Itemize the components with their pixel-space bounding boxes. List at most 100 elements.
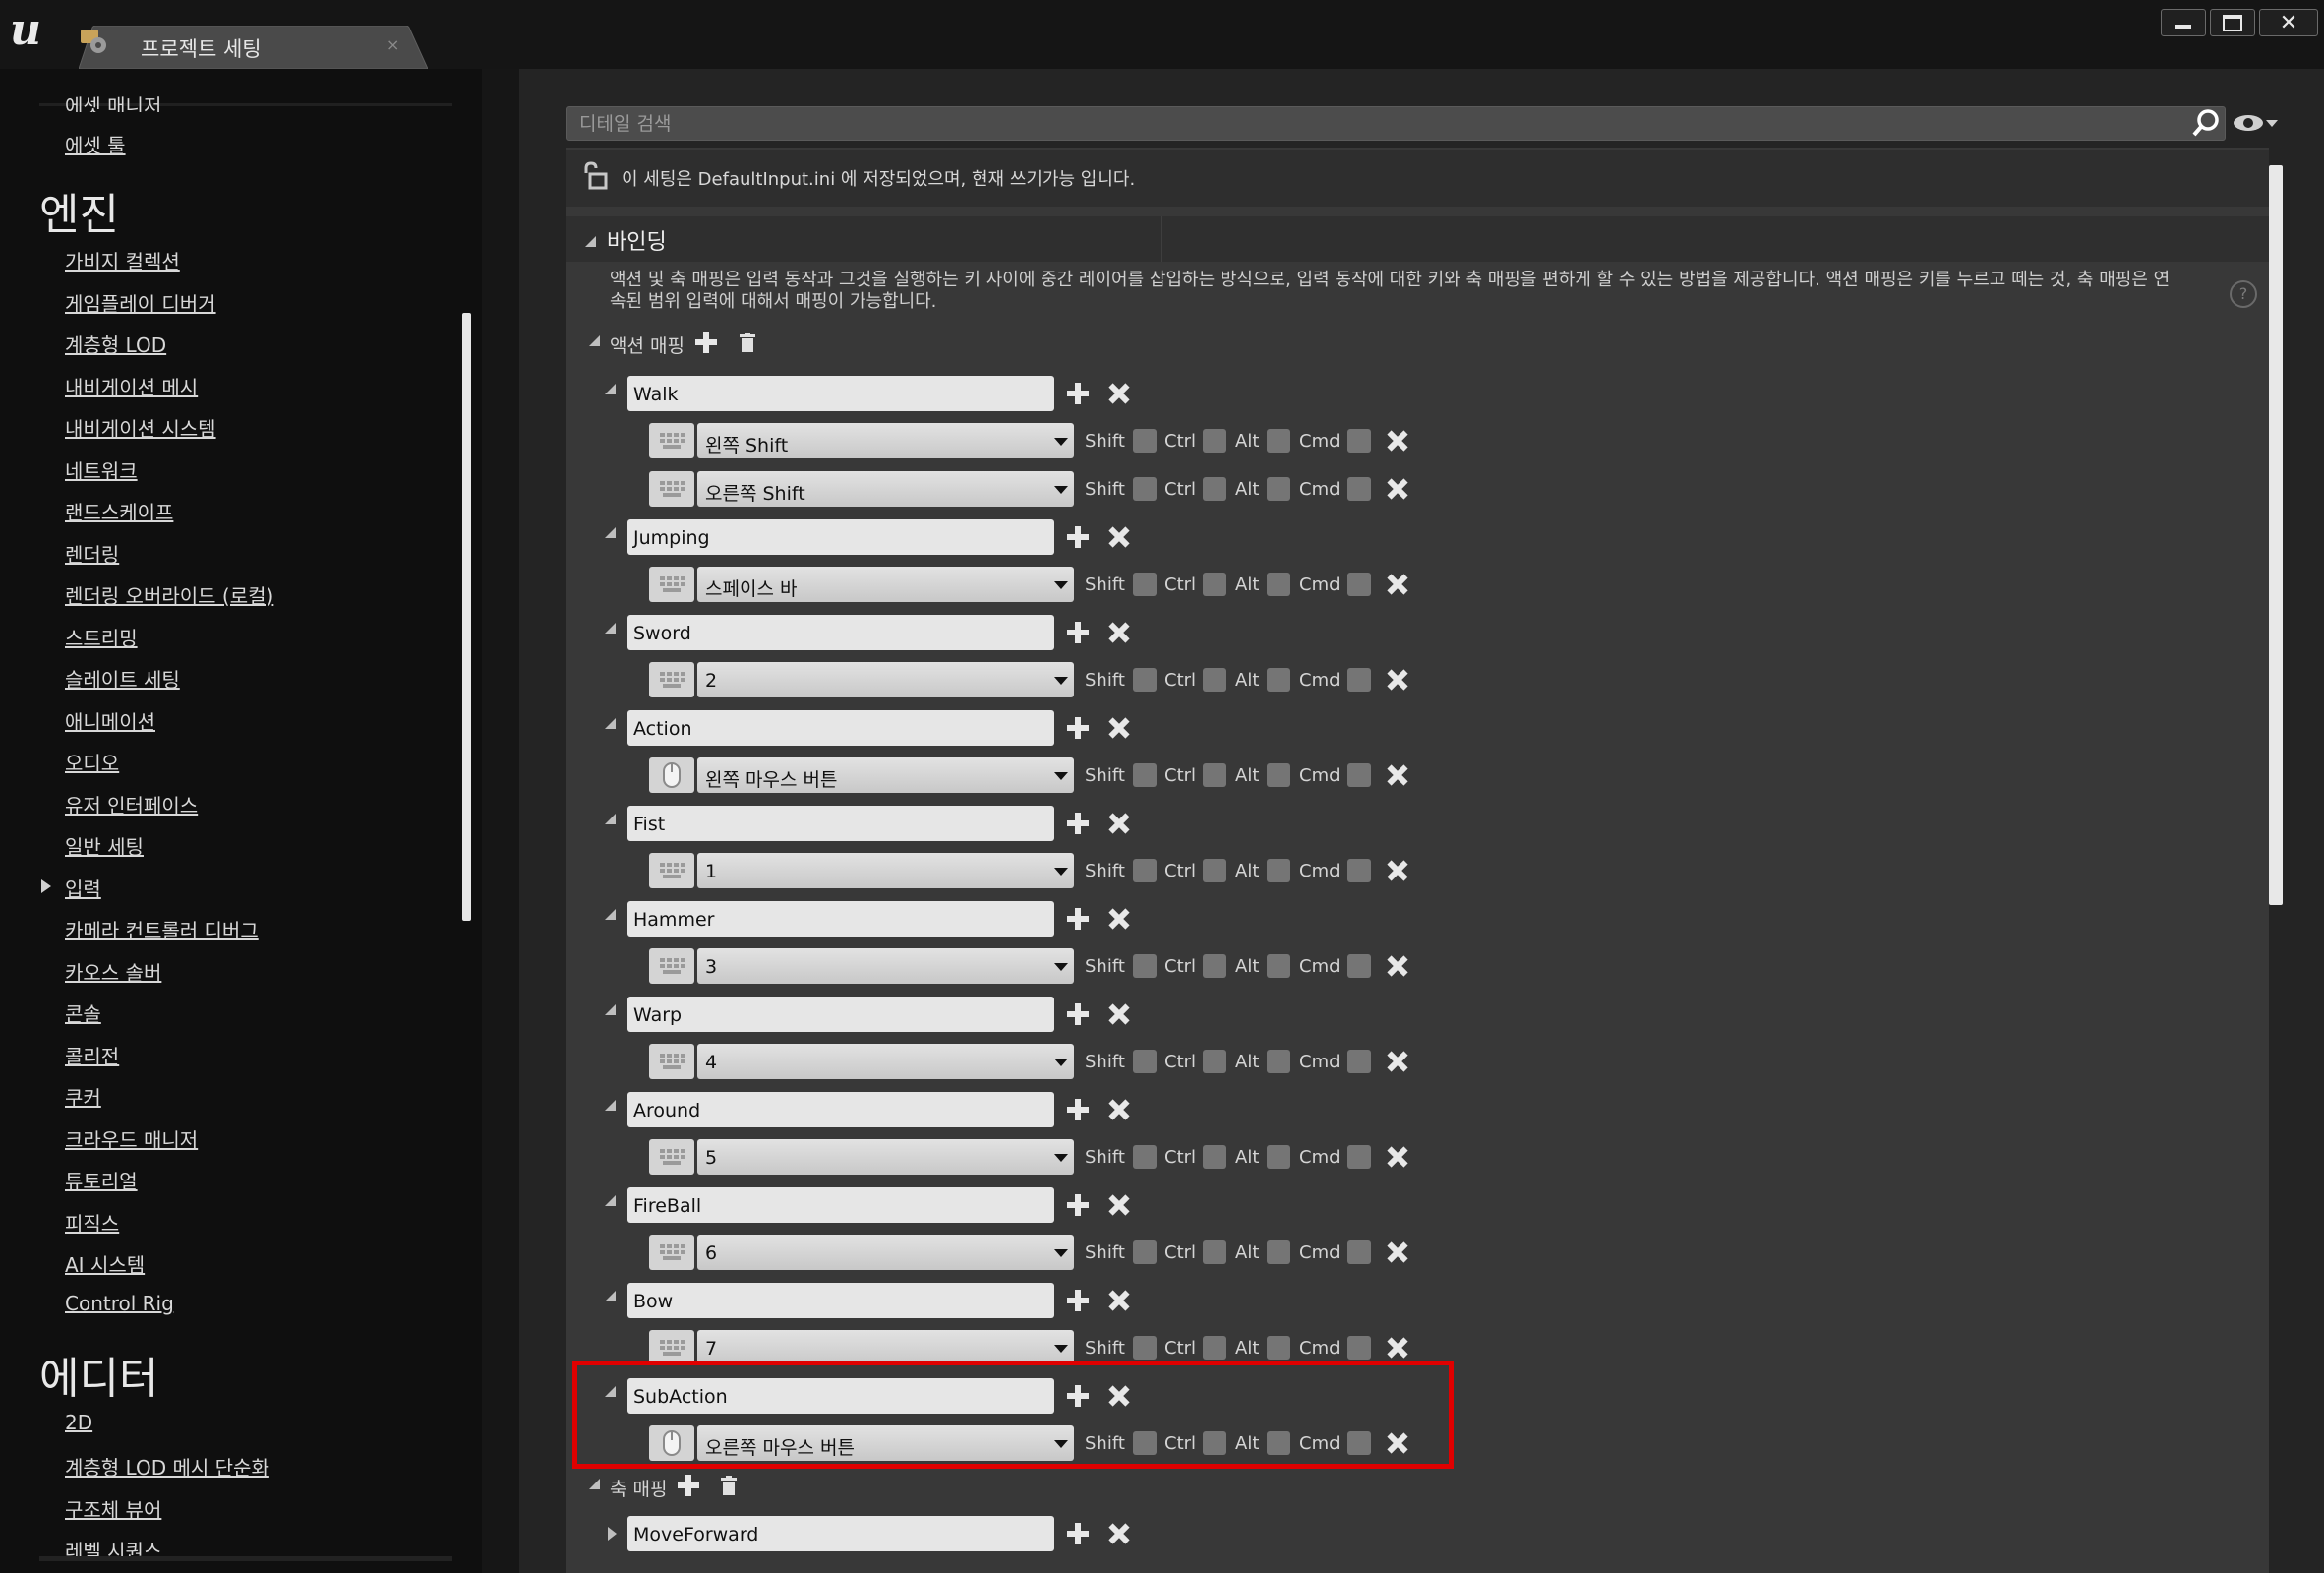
mouse-key-selector-button[interactable] bbox=[649, 757, 694, 793]
action-collapse-icon[interactable] bbox=[605, 623, 616, 634]
modifier-checkbox-shift[interactable] bbox=[1133, 1145, 1157, 1169]
modifier-checkbox-shift[interactable] bbox=[1133, 668, 1157, 692]
sidebar-item-rendering-override[interactable]: 렌더링 오버라이드 (로컬) bbox=[65, 580, 273, 609]
remove-key-icon[interactable] bbox=[1388, 1052, 1407, 1071]
modifier-checkbox-shift[interactable] bbox=[1133, 954, 1157, 978]
add-key-icon[interactable] bbox=[1067, 908, 1089, 930]
modifier-checkbox-shift[interactable] bbox=[1133, 477, 1157, 501]
modifier-checkbox-alt[interactable] bbox=[1267, 1240, 1290, 1264]
modifier-checkbox-cmd[interactable] bbox=[1347, 668, 1371, 692]
sidebar-item-asset-tools[interactable]: 에셋 툴 bbox=[65, 130, 126, 158]
sidebar-item-2d[interactable]: 2D bbox=[65, 1411, 92, 1434]
axis-expand-arrow-icon[interactable] bbox=[608, 1527, 617, 1541]
remove-axis-icon[interactable] bbox=[1109, 1524, 1129, 1543]
remove-action-icon[interactable] bbox=[1109, 527, 1129, 547]
delete-all-axes-icon[interactable] bbox=[721, 1476, 737, 1495]
sidebar-item-asset-manager[interactable]: 에셋 매니저 bbox=[65, 91, 161, 112]
search-box[interactable] bbox=[566, 106, 2226, 141]
sidebar-item-streaming[interactable]: 스트리밍 bbox=[65, 623, 138, 651]
remove-action-icon[interactable] bbox=[1109, 1195, 1129, 1215]
sidebar-item-user-interface[interactable]: 유저 인터페이스 bbox=[65, 790, 198, 818]
visibility-eye-icon[interactable] bbox=[2233, 110, 2280, 136]
key-dropdown[interactable]: 1 bbox=[697, 853, 1074, 888]
modifier-checkbox-alt[interactable] bbox=[1267, 763, 1290, 787]
modifier-checkbox-ctrl[interactable] bbox=[1203, 429, 1226, 453]
remove-key-icon[interactable] bbox=[1388, 861, 1407, 880]
sidebar-item-ai-system[interactable]: AI 시스템 bbox=[65, 1249, 145, 1278]
add-key-icon[interactable] bbox=[1067, 526, 1089, 548]
sidebar-item-navigation-mesh[interactable]: 내비게이션 메시 bbox=[65, 372, 198, 400]
modifier-checkbox-ctrl[interactable] bbox=[1203, 1240, 1226, 1264]
sidebar-item-struct-viewer[interactable]: 구조체 뷰어 bbox=[65, 1494, 161, 1523]
action-name-field[interactable]: Fist bbox=[627, 806, 1054, 841]
keyboard-key-selector-button[interactable] bbox=[649, 948, 694, 984]
add-key-icon[interactable] bbox=[1067, 1003, 1089, 1025]
modifier-checkbox-ctrl[interactable] bbox=[1203, 573, 1226, 596]
sidebar-item-camera-controller-debug[interactable]: 카메라 컨트롤러 디버그 bbox=[65, 915, 259, 943]
panel-splitter[interactable] bbox=[482, 69, 519, 1573]
action-collapse-icon[interactable] bbox=[605, 814, 616, 824]
keyboard-key-selector-button[interactable] bbox=[649, 471, 694, 507]
delete-all-actions-icon[interactable] bbox=[740, 333, 755, 352]
key-dropdown[interactable]: 4 bbox=[697, 1044, 1074, 1079]
keyboard-key-selector-button[interactable] bbox=[649, 662, 694, 697]
remove-action-icon[interactable] bbox=[1109, 1004, 1129, 1024]
add-key-icon[interactable] bbox=[1067, 717, 1089, 739]
action-collapse-icon[interactable] bbox=[605, 1004, 616, 1015]
key-dropdown[interactable]: 오른쪽 Shift bbox=[697, 471, 1074, 507]
modifier-checkbox-ctrl[interactable] bbox=[1203, 1336, 1226, 1360]
action-collapse-icon[interactable] bbox=[605, 718, 616, 729]
action-collapse-icon[interactable] bbox=[605, 384, 616, 394]
sidebar-item-audio[interactable]: 오디오 bbox=[65, 748, 119, 776]
search-input[interactable] bbox=[577, 109, 2155, 139]
modifier-checkbox-alt[interactable] bbox=[1267, 954, 1290, 978]
action-collapse-icon[interactable] bbox=[605, 527, 616, 538]
remove-key-icon[interactable] bbox=[1388, 575, 1407, 594]
sidebar-item-control-rig[interactable]: Control Rig bbox=[65, 1292, 174, 1315]
key-dropdown[interactable]: 스페이스 바 bbox=[697, 567, 1074, 602]
modifier-checkbox-shift[interactable] bbox=[1133, 573, 1157, 596]
modifier-checkbox-alt[interactable] bbox=[1267, 859, 1290, 882]
keyboard-key-selector-button[interactable] bbox=[649, 853, 694, 888]
action-name-field[interactable]: Warp bbox=[627, 997, 1054, 1032]
axis-mappings-collapse-icon[interactable] bbox=[589, 1479, 600, 1489]
add-key-icon[interactable] bbox=[1067, 622, 1089, 643]
modifier-checkbox-cmd[interactable] bbox=[1347, 1145, 1371, 1169]
remove-key-icon[interactable] bbox=[1388, 1338, 1407, 1358]
sidebar-item-landscape[interactable]: 랜드스케이프 bbox=[65, 497, 173, 525]
details-scrollbar[interactable] bbox=[2269, 165, 2283, 905]
modifier-checkbox-cmd[interactable] bbox=[1347, 477, 1371, 501]
remove-action-icon[interactable] bbox=[1109, 384, 1129, 403]
modifier-checkbox-shift[interactable] bbox=[1133, 763, 1157, 787]
remove-key-icon[interactable] bbox=[1388, 670, 1407, 690]
remove-key-icon[interactable] bbox=[1388, 1147, 1407, 1167]
sidebar-item-chaos-solver[interactable]: 카오스 솔버 bbox=[65, 957, 161, 986]
modifier-checkbox-alt[interactable] bbox=[1267, 429, 1290, 453]
modifier-checkbox-ctrl[interactable] bbox=[1203, 1145, 1226, 1169]
keyboard-key-selector-button[interactable] bbox=[649, 1139, 694, 1175]
action-name-field[interactable]: FireBall bbox=[627, 1187, 1054, 1223]
action-name-field[interactable]: Around bbox=[627, 1092, 1054, 1127]
sidebar-item-tutorial[interactable]: 튜토리얼 bbox=[65, 1166, 138, 1194]
modifier-checkbox-ctrl[interactable] bbox=[1203, 668, 1226, 692]
keyboard-key-selector-button[interactable] bbox=[649, 1044, 694, 1079]
action-collapse-icon[interactable] bbox=[605, 909, 616, 920]
modifier-checkbox-alt[interactable] bbox=[1267, 1336, 1290, 1360]
action-collapse-icon[interactable] bbox=[605, 1100, 616, 1111]
modifier-checkbox-alt[interactable] bbox=[1267, 1050, 1290, 1073]
key-dropdown[interactable]: 왼쪽 Shift bbox=[697, 423, 1074, 458]
remove-action-icon[interactable] bbox=[1109, 623, 1129, 642]
minimize-button[interactable] bbox=[2161, 9, 2206, 36]
add-action-mapping-icon[interactable] bbox=[695, 332, 717, 353]
keyboard-key-selector-button[interactable] bbox=[649, 1235, 694, 1270]
modifier-checkbox-alt[interactable] bbox=[1267, 1145, 1290, 1169]
keyboard-key-selector-button[interactable] bbox=[649, 423, 694, 458]
remove-action-icon[interactable] bbox=[1109, 718, 1129, 738]
remove-key-icon[interactable] bbox=[1388, 765, 1407, 785]
modifier-checkbox-shift[interactable] bbox=[1133, 429, 1157, 453]
sidebar-item-garbage-collection[interactable]: 가비지 컬렉션 bbox=[65, 246, 180, 274]
remove-key-icon[interactable] bbox=[1388, 431, 1407, 451]
remove-action-icon[interactable] bbox=[1109, 1100, 1129, 1119]
tab-project-settings[interactable]: 프로젝트 세팅 × bbox=[79, 26, 428, 69]
bindings-section-header[interactable]: 바인딩 bbox=[566, 216, 2269, 262]
